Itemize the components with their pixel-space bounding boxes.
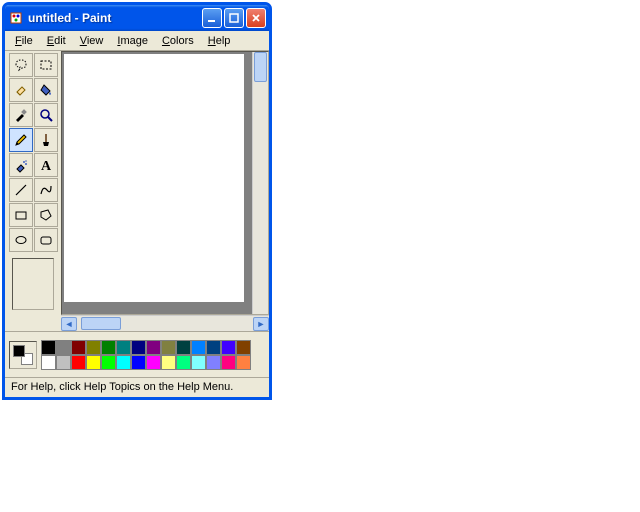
minimize-button[interactable]	[202, 8, 222, 28]
paint-window: untitled - Paint File Edit View Image Co…	[2, 2, 272, 400]
color-swatch[interactable]	[221, 340, 236, 355]
color-swatch[interactable]	[131, 340, 146, 355]
tool-eraser[interactable]	[9, 78, 33, 102]
tool-brush[interactable]	[34, 128, 58, 152]
tool-rectangle[interactable]	[9, 203, 33, 227]
color-swatch[interactable]	[236, 340, 251, 355]
app-icon	[8, 10, 24, 26]
menu-file[interactable]: File	[9, 33, 39, 49]
freeform-icon	[13, 57, 29, 73]
tool-ellipse[interactable]	[9, 228, 33, 252]
color-swatch[interactable]	[71, 355, 86, 370]
menubar: File Edit View Image Colors Help	[5, 31, 269, 51]
text-icon: A	[38, 157, 54, 173]
color-swatch[interactable]	[161, 355, 176, 370]
rect-icon	[13, 207, 29, 223]
scroll-right-button[interactable]: ►	[253, 317, 269, 331]
brush-icon	[38, 132, 54, 148]
tool-polygon[interactable]	[34, 203, 58, 227]
ellipse-icon	[13, 232, 29, 248]
color-indicator[interactable]	[9, 341, 37, 369]
color-palette	[5, 331, 269, 377]
color-swatch[interactable]	[86, 340, 101, 355]
color-swatch[interactable]	[41, 340, 56, 355]
color-swatch[interactable]	[161, 340, 176, 355]
pencil-icon	[13, 132, 29, 148]
svg-text:A: A	[41, 159, 52, 173]
close-button[interactable]	[246, 8, 266, 28]
color-swatch[interactable]	[101, 355, 116, 370]
menu-help[interactable]: Help	[202, 33, 237, 49]
tool-fill[interactable]	[34, 78, 58, 102]
airbrush-icon	[13, 157, 29, 173]
color-swatch[interactable]	[131, 355, 146, 370]
color-swatch[interactable]	[206, 340, 221, 355]
tool-pick-color[interactable]	[9, 103, 33, 127]
curve-icon	[38, 182, 54, 198]
color-swatch[interactable]	[206, 355, 221, 370]
menu-image[interactable]: Image	[111, 33, 154, 49]
dropper-icon	[13, 107, 29, 123]
color-swatch[interactable]	[116, 340, 131, 355]
color-swatch[interactable]	[71, 340, 86, 355]
window-title: untitled - Paint	[28, 11, 202, 25]
color-swatch[interactable]	[146, 340, 161, 355]
tool-curve[interactable]	[34, 178, 58, 202]
menu-colors[interactable]: Colors	[156, 33, 200, 49]
horizontal-scrollbar[interactable]: ◄ ►	[61, 315, 269, 331]
poly-icon	[38, 207, 54, 223]
tool-pencil[interactable]	[9, 128, 33, 152]
tool-rounded-rectangle[interactable]	[34, 228, 58, 252]
fill-icon	[38, 82, 54, 98]
maximize-button[interactable]	[224, 8, 244, 28]
canvas[interactable]	[64, 54, 244, 302]
select-icon	[38, 57, 54, 73]
status-bar: For Help, click Help Topics on the Help …	[5, 377, 269, 397]
color-swatch[interactable]	[236, 355, 251, 370]
tool-magnifier[interactable]	[34, 103, 58, 127]
color-swatch[interactable]	[41, 355, 56, 370]
color-swatch[interactable]	[191, 355, 206, 370]
color-swatch[interactable]	[146, 355, 161, 370]
rrect-icon	[38, 232, 54, 248]
magnify-icon	[38, 107, 54, 123]
tool-airbrush[interactable]	[9, 153, 33, 177]
color-swatch[interactable]	[56, 355, 71, 370]
eraser-icon	[13, 82, 29, 98]
color-swatch[interactable]	[176, 340, 191, 355]
color-swatch[interactable]	[116, 355, 131, 370]
canvas-viewport	[61, 51, 269, 315]
menu-edit[interactable]: Edit	[41, 33, 72, 49]
tool-freeform-select[interactable]	[9, 53, 33, 77]
line-icon	[13, 182, 29, 198]
color-swatch[interactable]	[221, 355, 236, 370]
foreground-color	[13, 345, 25, 357]
titlebar[interactable]: untitled - Paint	[5, 5, 269, 31]
tool-text[interactable]: A	[34, 153, 58, 177]
toolbox: A	[5, 51, 61, 331]
scroll-left-button[interactable]: ◄	[61, 317, 77, 331]
horizontal-scroll-thumb[interactable]	[81, 317, 121, 330]
color-swatch[interactable]	[56, 340, 71, 355]
color-swatch[interactable]	[101, 340, 116, 355]
vertical-scroll-thumb[interactable]	[254, 52, 267, 82]
tool-line[interactable]	[9, 178, 33, 202]
tool-select[interactable]	[34, 53, 58, 77]
color-swatch[interactable]	[176, 355, 191, 370]
color-swatch[interactable]	[86, 355, 101, 370]
vertical-scrollbar[interactable]	[252, 52, 268, 314]
menu-view[interactable]: View	[74, 33, 110, 49]
tool-options	[12, 258, 54, 310]
color-swatch[interactable]	[191, 340, 206, 355]
